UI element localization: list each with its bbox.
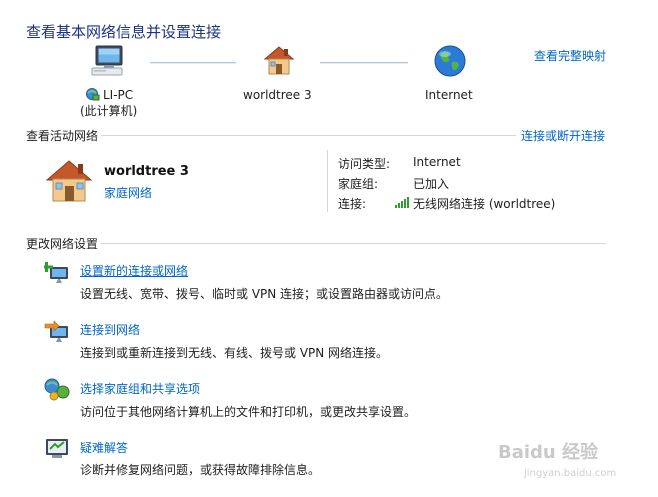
connect-network-icon[interactable]	[44, 318, 70, 342]
wireless-connection-link[interactable]: 无线网络连接 (worldtree)	[413, 195, 555, 212]
troubleshoot-icon[interactable]	[44, 436, 70, 460]
access-type-value: Internet	[413, 155, 461, 169]
baidu-watermark: Baidu 经验	[498, 442, 599, 463]
new-connection-icon[interactable]	[44, 259, 70, 283]
homegroup-icon[interactable]	[44, 377, 70, 401]
baidu-watermark-url: jingyan.baidu.com	[524, 468, 617, 479]
home-network-large-icon[interactable]	[44, 158, 94, 204]
setup-new-connection-link[interactable]: 设置新的连接或网络	[80, 262, 188, 279]
connections-key: 连接:	[338, 197, 367, 211]
change-settings-title: 更改网络设置	[26, 237, 99, 251]
wireless-signal-icon	[394, 196, 410, 211]
computer-subtitle: (此计算机)	[80, 104, 138, 118]
computer-name: LI-PC	[103, 88, 134, 102]
troubleshoot-link[interactable]: 疑难解答	[80, 439, 128, 456]
active-networks-divider	[101, 135, 516, 136]
active-networks-title: 查看活动网络	[26, 129, 99, 143]
connection-line-2	[320, 62, 408, 64]
network-name-map: worldtree 3	[243, 88, 312, 102]
homegroup-key: 家庭组:	[338, 177, 379, 191]
connection-line-1	[150, 62, 236, 64]
troubleshoot-desc: 诊断并修复网络问题，或获得故障排除信息。	[80, 463, 321, 477]
change-settings-divider	[101, 243, 606, 244]
connect-disconnect-link[interactable]: 连接或断开连接	[521, 127, 605, 144]
network-status-icon	[86, 87, 100, 104]
home-network-icon[interactable]	[262, 44, 296, 78]
homegroup-link[interactable]: 已加入	[413, 175, 449, 192]
details-divider	[327, 150, 328, 212]
access-type-key: 访问类型:	[338, 157, 391, 171]
connect-to-network-desc: 连接到或重新连接到无线、有线、拨号或 VPN 网络连接。	[80, 346, 389, 360]
view-full-map-link[interactable]: 查看完整映射	[534, 47, 606, 64]
homegroup-sharing-link[interactable]: 选择家庭组和共享选项	[80, 380, 200, 397]
setup-new-connection-desc: 设置无线、宽带、拨号、临时或 VPN 连接；或设置路由器或访问点。	[80, 287, 449, 301]
page-title: 查看基本网络信息并设置连接	[26, 23, 222, 41]
network-type-link[interactable]: 家庭网络	[104, 184, 152, 201]
connect-to-network-link[interactable]: 连接到网络	[80, 321, 140, 338]
active-network-name: worldtree 3	[104, 164, 189, 179]
internet-label: Internet	[425, 88, 473, 102]
globe-icon[interactable]	[433, 44, 467, 78]
homegroup-sharing-desc: 访问位于其他网络计算机上的文件和打印机，或更改共享设置。	[80, 405, 417, 419]
computer-icon[interactable]	[90, 44, 126, 78]
